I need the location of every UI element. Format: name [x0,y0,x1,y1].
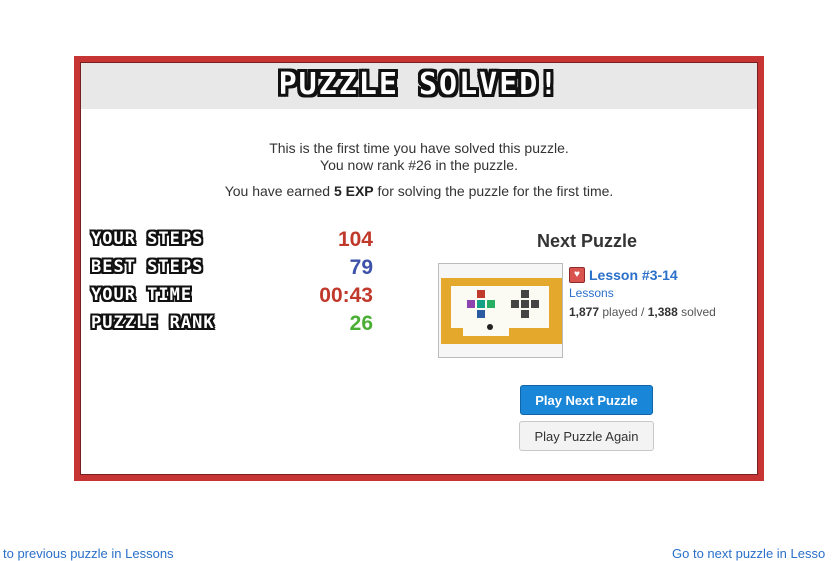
puzzle-preview-image [439,264,563,357]
your-steps-label: YOUR STEPS [91,229,204,249]
first-solve-message: This is the first time you have solved t… [269,140,569,156]
best-steps-value: 79 [349,256,373,279]
play-puzzle-again-button[interactable]: Play Puzzle Again [519,421,654,451]
your-time-value: 00:43 [319,284,373,307]
modal-content: PUZZLE SOLVED! This is the first time yo… [80,62,758,475]
play-stats: 1,877 played / 1,388 solved [569,305,716,319]
exp-prefix: You have earned [224,183,334,199]
heart-icon: ♥ [569,267,585,283]
your-time-label: YOUR TIME [91,285,193,305]
solved-label: solved [677,305,716,319]
play-next-puzzle-button[interactable]: Play Next Puzzle [520,385,653,415]
next-lesson-title: Lesson #3-14 [589,267,678,283]
rank-message: You now rank #26 in the puzzle. [320,157,518,173]
played-count: 1,877 [569,305,600,319]
exp-amount: 5 EXP [333,183,374,199]
puzzle-solved-modal: PUZZLE SOLVED! This is the first time yo… [74,56,764,481]
next-lesson-link[interactable]: ♥ Lesson #3-14 [569,267,678,283]
modal-title: PUZZLE SOLVED! [278,67,560,102]
next-puzzle-thumbnail[interactable] [438,263,563,358]
puzzle-rank-value: 26 [349,312,373,335]
lessons-collection-link[interactable]: Lessons [569,286,614,300]
best-steps-label: BEST STEPS [91,257,204,277]
next-puzzle-heading: Next Puzzle [536,231,638,251]
exp-suffix: for solving the puzzle for the first tim… [373,183,614,199]
exp-message: You have earned 5 EXP for solving the pu… [81,183,757,199]
modal-header: PUZZLE SOLVED! [81,63,757,109]
played-label: played / [599,305,648,319]
previous-puzzle-link[interactable]: to previous puzzle in Lessons [3,546,174,561]
solved-count: 1,388 [647,305,678,319]
your-steps-value: 104 [337,228,373,251]
puzzle-rank-label: PUZZLE RANK [91,313,215,333]
next-puzzle-link[interactable]: Go to next puzzle in Lesso [672,546,825,561]
